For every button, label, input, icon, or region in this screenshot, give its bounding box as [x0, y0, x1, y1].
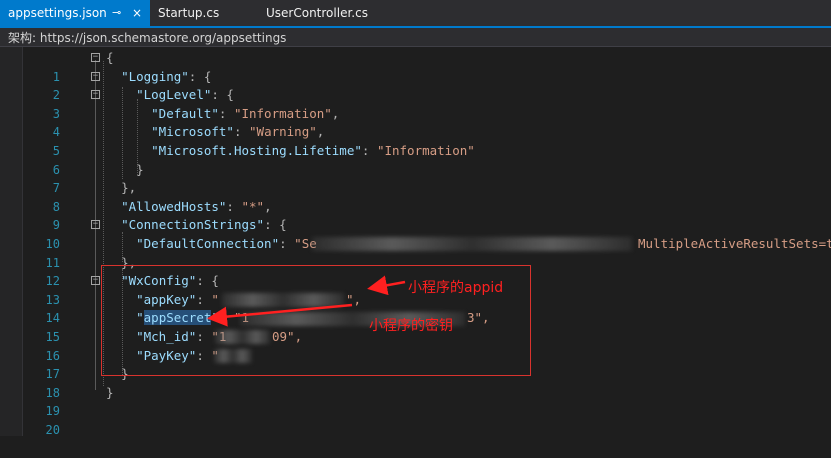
- line-number: 20: [45, 422, 60, 437]
- tab-usercontroller-cs[interactable]: UserController.cs: [258, 0, 376, 26]
- annotation-appid: 小程序的appid: [408, 280, 504, 296]
- code-text: "Logging": {: [121, 68, 212, 84]
- code-line[interactable]: 20: [0, 402, 831, 437]
- code-text: "Microsoft.Hosting.Lifetime": "Informati…: [151, 143, 475, 158]
- code-text: {: [106, 50, 114, 65]
- collapse-icon[interactable]: −: [91, 276, 100, 286]
- code-text: "AllowedHosts": "*",: [121, 198, 272, 214]
- code-line[interactable]: 9 "AllowedHosts": "*",: [0, 198, 831, 233]
- collapse-icon[interactable]: −: [91, 90, 100, 100]
- tab-label: appsettings.json: [8, 6, 107, 20]
- redacted-connection-string: [312, 237, 632, 251]
- code-line[interactable]: 1 − {: [0, 49, 831, 84]
- editor-tab-bar: appsettings.json ⊸ × Startup.cs UserCont…: [0, 0, 831, 28]
- code-line[interactable]: 19 }: [0, 384, 831, 419]
- code-editor[interactable]: 1 − { 2 − "Logging": { 3 − "LogLevel": {…: [0, 47, 831, 437]
- code-text: "Microsoft": "Warning",: [151, 124, 325, 140]
- pin-icon[interactable]: ⊸: [112, 0, 121, 26]
- collapse-icon[interactable]: −: [91, 220, 100, 230]
- collapse-icon[interactable]: −: [91, 53, 100, 62]
- tab-appsettings-json[interactable]: appsettings.json ⊸ ×: [0, 0, 150, 26]
- code-text: }: [136, 161, 144, 177]
- code-line[interactable]: 7 }: [0, 161, 831, 196]
- tab-label: UserController.cs: [266, 6, 368, 20]
- code-line[interactable]: 4 "Default": "Information",: [0, 105, 831, 140]
- code-line[interactable]: 6 "Microsoft.Hosting.Lifetime": "Informa…: [0, 142, 831, 177]
- code-text: "Default": "Information",: [151, 105, 340, 121]
- code-line[interactable]: 2 − "Logging": {: [0, 68, 831, 103]
- tab-label: Startup.cs: [158, 6, 220, 20]
- code-text: "LogLevel": {: [136, 87, 234, 103]
- code-text: "DefaultConnection": "Se: [136, 236, 317, 251]
- code-line[interactable]: 10 − "ConnectionStrings": {: [0, 216, 831, 251]
- schema-bar: 架构: https://json.schemastore.org/appsett…: [0, 28, 831, 47]
- code-line[interactable]: 5 "Microsoft": "Warning",: [0, 123, 831, 158]
- code-text: MultipleActiveResultSets=t: [638, 236, 831, 251]
- code-text: }: [106, 384, 114, 400]
- annotation-secret: 小程序的密钥: [369, 318, 453, 334]
- code-text: "ConnectionStrings": {: [121, 217, 287, 233]
- schema-url[interactable]: 架构: https://json.schemastore.org/appsett…: [8, 29, 286, 46]
- tab-startup-cs[interactable]: Startup.cs: [150, 0, 227, 26]
- close-icon[interactable]: ×: [132, 0, 142, 26]
- code-line[interactable]: 3 − "LogLevel": {: [0, 86, 831, 121]
- code-line[interactable]: 8 },: [0, 179, 831, 214]
- code-text: },: [121, 180, 137, 196]
- collapse-icon[interactable]: −: [91, 71, 100, 81]
